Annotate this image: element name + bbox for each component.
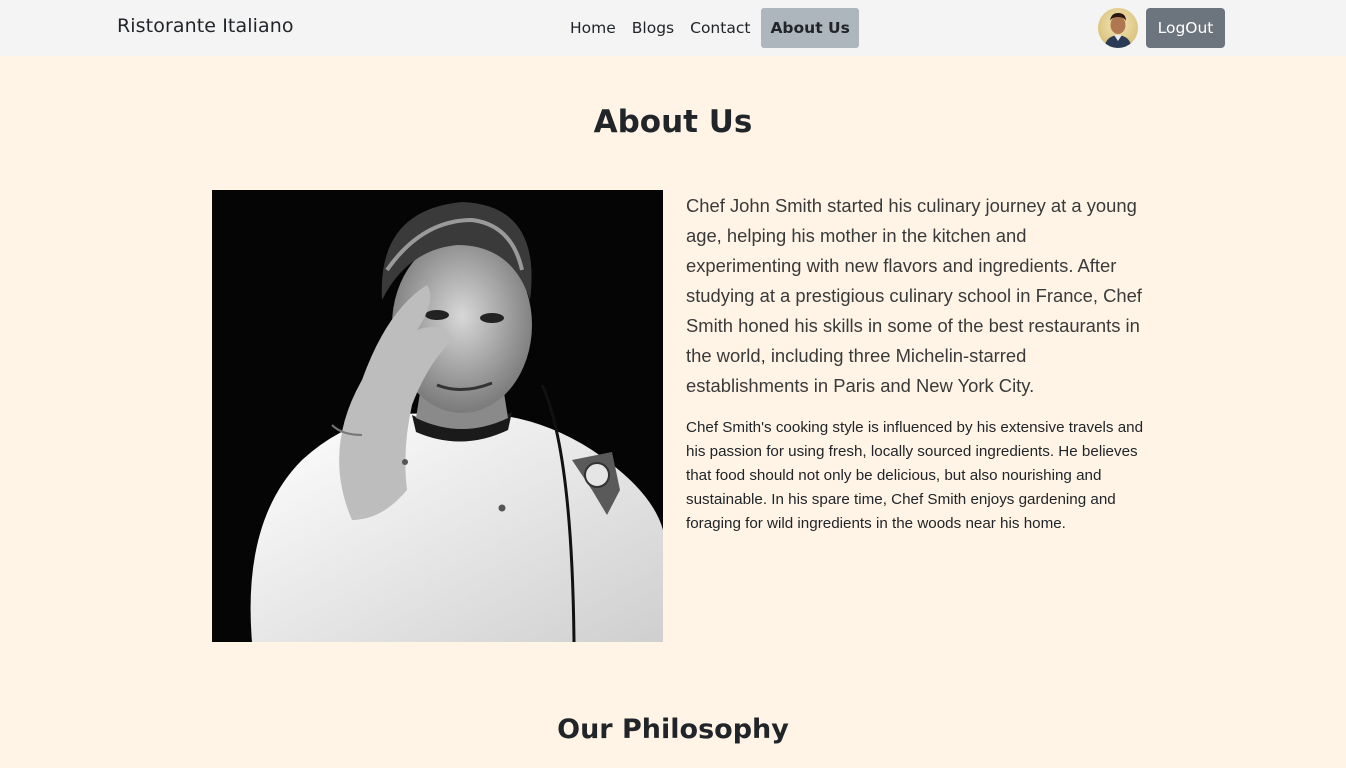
user-avatar[interactable] bbox=[1098, 8, 1138, 48]
chef-photo bbox=[212, 190, 663, 642]
about-lead-paragraph: Chef John Smith started his culinary jou… bbox=[686, 195, 1142, 396]
nav-link-about-us[interactable]: About Us bbox=[761, 8, 859, 48]
user-avatar-image bbox=[1098, 8, 1138, 48]
nav-link-blogs[interactable]: Blogs bbox=[624, 8, 682, 48]
nav-links: Home Blogs Contact About Us bbox=[562, 8, 859, 48]
about-body-paragraph: Chef Smith's cooking style is influenced… bbox=[686, 419, 1144, 532]
brand-link[interactable]: Ristorante Italiano bbox=[117, 15, 294, 37]
navbar: Ristorante Italiano Home Blogs Contact A… bbox=[0, 0, 1346, 56]
nav-link-contact[interactable]: Contact bbox=[682, 8, 758, 48]
page-title: About Us bbox=[593, 104, 753, 140]
logout-button[interactable]: LogOut bbox=[1146, 8, 1225, 48]
nav-link-home[interactable]: Home bbox=[562, 8, 624, 48]
philosophy-title: Our Philosophy bbox=[557, 714, 789, 745]
